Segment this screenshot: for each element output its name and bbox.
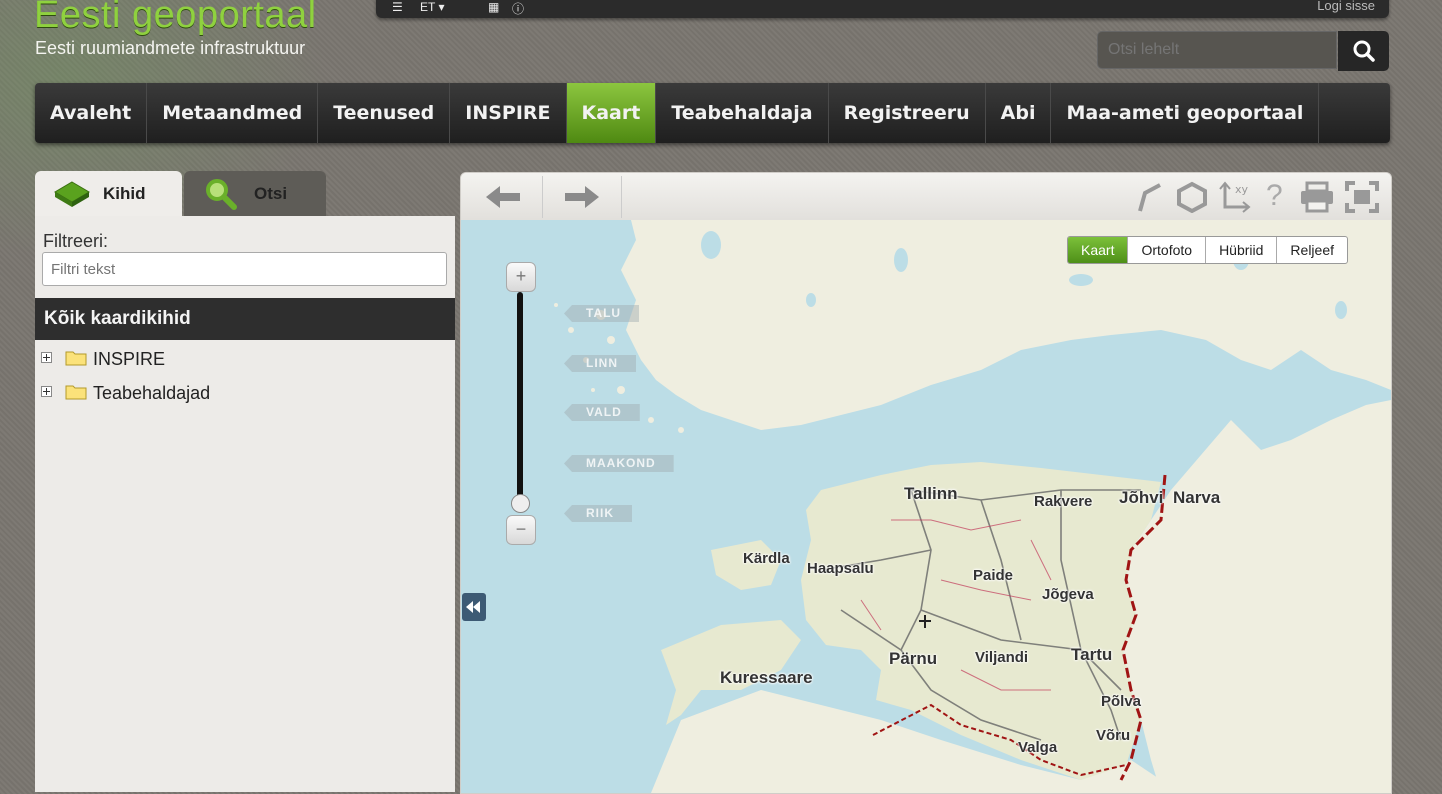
- map-panel: xy ? Kaart Ortofoto Hübriid Reljeef + − …: [460, 172, 1392, 794]
- scale-label-maakond[interactable]: MAAKOND: [564, 455, 674, 472]
- city-label: Paide: [973, 567, 1014, 584]
- svg-text:xy: xy: [1235, 183, 1249, 196]
- base-layer-reljeef[interactable]: Reljeef: [1277, 237, 1347, 263]
- scale-label-riik[interactable]: RIIK: [564, 505, 632, 522]
- login-link[interactable]: Logi sisse: [1317, 0, 1375, 13]
- expand-icon[interactable]: [41, 352, 52, 363]
- back-arrow-icon: [486, 186, 520, 208]
- layers-panel: Filtreeri: Kõik kaardikihid INSPIRE Teab…: [35, 216, 455, 792]
- nav-item-teenused[interactable]: Teenused: [318, 83, 451, 143]
- help-icon[interactable]: ?: [1266, 179, 1283, 213]
- city-label: Rakvere: [1034, 493, 1093, 510]
- tab-otsi[interactable]: Otsi: [184, 171, 326, 217]
- double-chevron-left-icon: [466, 601, 480, 613]
- search-button[interactable]: [1338, 31, 1389, 71]
- zoom-out-button[interactable]: −: [506, 515, 536, 545]
- city-label: Kuressaare: [720, 668, 813, 687]
- main-navigation: Avaleht Metaandmed Teenused INSPIRE Kaar…: [35, 83, 1390, 143]
- layers-icon: [54, 181, 90, 207]
- back-button[interactable]: [464, 176, 543, 218]
- nav-item-metaandmed[interactable]: Metaandmed: [147, 83, 319, 143]
- base-layer-kaart[interactable]: Kaart: [1068, 237, 1129, 263]
- menu-icon[interactable]: ☰: [392, 0, 403, 14]
- tab-kihid[interactable]: Kihid: [35, 171, 182, 217]
- tab-otsi-label: Otsi: [254, 184, 288, 203]
- site-logo-subtitle: Eesti ruumiandmete infrastruktuur: [35, 38, 306, 58]
- nav-item-abi[interactable]: Abi: [986, 83, 1052, 143]
- nav-item-teabehaldaja[interactable]: Teabehaldaja: [656, 83, 829, 143]
- nav-item-kaart[interactable]: Kaart: [566, 83, 657, 143]
- folder-icon: [65, 351, 87, 366]
- city-label: Haapsalu: [807, 560, 874, 577]
- measure-line-icon[interactable]: [1135, 181, 1165, 213]
- city-label: Tallinn: [904, 484, 958, 503]
- city-label: Jõgeva: [1042, 586, 1094, 603]
- city-label: Pärnu: [889, 649, 938, 668]
- zoom-slider-track[interactable]: [517, 292, 523, 512]
- city-label: Jõhvi: [1119, 488, 1164, 507]
- nav-item-avaleht[interactable]: Avaleht: [35, 83, 148, 143]
- nav-item-inspire[interactable]: INSPIRE: [450, 83, 567, 143]
- coordinates-icon[interactable]: xy: [1217, 179, 1253, 215]
- layers-heading: Kõik kaardikihid: [35, 298, 455, 340]
- city-label: Põlva: [1101, 693, 1142, 710]
- zoom-slider-handle[interactable]: [511, 494, 530, 513]
- language-selector[interactable]: ET ▾: [420, 0, 444, 14]
- base-layer-ortofoto[interactable]: Ortofoto: [1128, 237, 1207, 263]
- layers-heading-text: Kõik kaardikihid: [44, 308, 191, 329]
- forward-arrow-icon: [565, 186, 599, 208]
- grid-icon[interactable]: ▦: [488, 0, 499, 14]
- expand-icon[interactable]: [41, 386, 52, 397]
- map-toolbar: xy ?: [461, 173, 1391, 221]
- search-input[interactable]: [1097, 31, 1337, 69]
- nav-item-maa-ameti-geoportaal[interactable]: Maa-ameti geoportaal: [1051, 83, 1320, 143]
- site-search: [1097, 31, 1389, 71]
- zoom-in-button[interactable]: +: [506, 262, 536, 292]
- collapse-panel-button[interactable]: [462, 593, 486, 621]
- filter-label: Filtreeri:: [43, 231, 109, 251]
- forward-button[interactable]: [543, 176, 622, 218]
- top-toolbar: ☰ ET ▾ ▦ ⓘ Logi sisse: [376, 0, 1389, 18]
- print-icon[interactable]: [1299, 181, 1335, 213]
- tab-kihid-label: Kihid: [103, 184, 146, 203]
- folder-icon: [65, 385, 87, 400]
- city-label: Narva: [1173, 488, 1221, 507]
- scale-label-linn[interactable]: LINN: [564, 355, 636, 372]
- base-layer-hubriid[interactable]: Hübriid: [1206, 237, 1278, 263]
- site-logo-title[interactable]: Eesti geoportaal: [34, 0, 317, 37]
- fullscreen-icon[interactable]: [1345, 181, 1379, 213]
- base-layer-switcher: Kaart Ortofoto Hübriid Reljeef: [1067, 236, 1349, 264]
- tree-item-label: INSPIRE: [93, 349, 166, 369]
- city-label: Valga: [1018, 739, 1058, 756]
- scale-label-talu[interactable]: TALU: [564, 305, 640, 322]
- nav-item-registreeru[interactable]: Registreeru: [829, 83, 986, 143]
- scale-label-vald[interactable]: VALD: [564, 404, 640, 421]
- info-icon[interactable]: ⓘ: [512, 0, 524, 17]
- search-icon: [1353, 40, 1375, 62]
- tree-item-label: Teabehaldajad: [93, 383, 211, 403]
- map-canvas[interactable]: Kaart Ortofoto Hübriid Reljeef + − TALU …: [461, 220, 1391, 793]
- measure-area-icon[interactable]: [1175, 181, 1209, 213]
- city-label: Kärdla: [743, 550, 790, 567]
- city-label: Võru: [1096, 727, 1131, 744]
- city-label: Viljandi: [975, 649, 1029, 666]
- city-label: Tartu: [1071, 645, 1113, 664]
- magnifier-icon: [206, 179, 237, 210]
- filter-input[interactable]: [42, 252, 447, 286]
